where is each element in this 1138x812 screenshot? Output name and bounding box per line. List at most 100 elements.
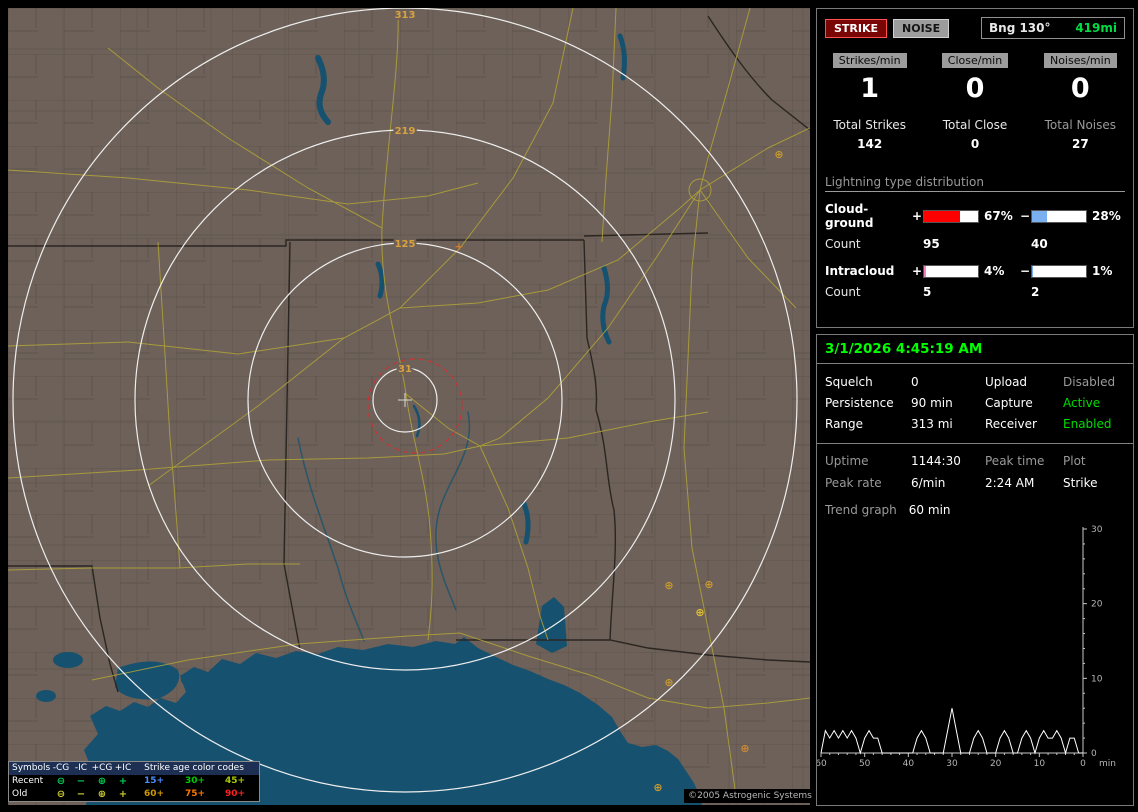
- capture-status: Active: [1063, 396, 1101, 410]
- plus-sign: +: [911, 209, 923, 223]
- peak-time-label: Peak time: [985, 454, 1045, 468]
- svg-text:30: 30: [1091, 525, 1103, 535]
- strike-symbol: ⊕: [653, 781, 662, 794]
- cg-minus-symbol: ⊖: [56, 789, 66, 800]
- trend-graph-label: Trend graph: [825, 503, 897, 517]
- cg-plus-symbol: ⊕: [97, 789, 107, 800]
- strike-button[interactable]: STRIKE: [825, 18, 888, 38]
- range-value: 313 mi: [911, 417, 953, 431]
- plus-bar-fill: [924, 265, 927, 277]
- trend-graph-row: Trend graph 60 min: [825, 503, 1125, 517]
- intracloud-label: Intracloud: [825, 264, 895, 278]
- trend-graph: 60 50 40 30 20 10 0 min3020100: [817, 525, 1116, 769]
- legend-age-header: Strike age color codes: [144, 763, 244, 773]
- count-label: Count: [825, 285, 861, 299]
- persistence-value: 90 min: [911, 396, 953, 410]
- svg-text:50: 50: [859, 759, 871, 769]
- legend-symbols-header: Symbols: [12, 763, 51, 773]
- peak-time-value: 2:24 AM: [985, 476, 1035, 490]
- strike-symbol: ⊕: [704, 578, 713, 591]
- plus-bar-fill: [924, 210, 961, 222]
- uptime-label: Uptime: [825, 454, 869, 468]
- minus-sign: −: [1019, 264, 1031, 278]
- legend-col-ic-minus: -IC: [74, 763, 88, 773]
- ring-label-31: 31: [398, 364, 412, 375]
- legend-col-cg-minus: -CG: [52, 763, 70, 773]
- svg-text:30: 30: [946, 759, 958, 769]
- receiver-status: Enabled: [1063, 417, 1112, 431]
- ring-label-219: 219: [395, 126, 416, 137]
- cg-plus-bar: [923, 209, 979, 223]
- minus-bar-fill: [1032, 265, 1033, 277]
- svg-text:60: 60: [817, 759, 827, 769]
- age-code: 75+: [184, 789, 206, 799]
- strikes-per-min-header: Strikes/min: [832, 53, 907, 68]
- ic-minus-count: 2: [1031, 285, 1040, 299]
- minus-sign: −: [1019, 209, 1031, 223]
- peak-rate-value: 6/min: [911, 476, 946, 490]
- cg-plus-symbol: ⊕: [97, 776, 107, 787]
- strike-symbol: ⊕: [740, 742, 749, 755]
- total-noises-label: Total Noises: [1044, 118, 1117, 132]
- ic-plus-bar: [923, 264, 979, 278]
- trend-graph-window: 60 min: [908, 503, 951, 517]
- legend-row: Old ⊖ − ⊕ + 60+ 75+ 90+: [9, 788, 259, 801]
- svg-text:min: min: [1099, 759, 1116, 769]
- status-panel: 3/1/2026 4:45:19 AM Squelch 0 Upload Dis…: [816, 334, 1134, 806]
- distribution-row: Cloud-ground + 67% − 28% Count 95 40: [825, 202, 1125, 251]
- svg-text:0: 0: [1080, 759, 1086, 769]
- ic-plus-symbol: +: [118, 776, 128, 787]
- age-code: 15+: [143, 776, 165, 786]
- cg-plus-count: 95: [923, 237, 940, 251]
- bearing-display: Bng 130° 419mi: [981, 17, 1125, 39]
- noises-per-min-value: 0: [1070, 73, 1090, 104]
- cg-minus-pct: 28%: [1092, 209, 1121, 223]
- capture-label: Capture: [985, 396, 1033, 410]
- strike-symbol: ⊕: [695, 606, 704, 619]
- count-label: Count: [825, 237, 861, 251]
- minus-bar-fill: [1032, 210, 1048, 222]
- legend-header: Symbols -CG -IC +CG +IC Strike age color…: [9, 762, 259, 775]
- rate-grid: Strikes/min 1 Total Strikes 142 Close/mi…: [817, 53, 1133, 151]
- noise-button[interactable]: NOISE: [893, 18, 950, 38]
- legend-row-label: Old: [12, 789, 28, 799]
- datetime: 3/1/2026 4:45:19 AM: [817, 335, 1133, 364]
- age-code: 90+: [224, 789, 246, 799]
- bearing-distance: 419mi: [1075, 21, 1117, 35]
- svg-text:10: 10: [1034, 759, 1046, 769]
- close-per-min-header: Close/min: [941, 53, 1009, 68]
- noises-per-min-header: Noises/min: [1043, 53, 1117, 68]
- upload-label: Upload: [985, 375, 1028, 389]
- ic-plus-symbol: +: [118, 789, 128, 800]
- cg-plus-pct: 67%: [984, 209, 1013, 223]
- ic-minus-symbol: −: [76, 776, 86, 787]
- status-grid: Uptime 1144:30 Peak time Plot Peak rate …: [825, 454, 1125, 490]
- cg-minus-bar: [1031, 209, 1087, 223]
- age-code: 45+: [224, 776, 246, 786]
- legend-row: Recent ⊖ − ⊕ + 15+ 30+ 45+: [9, 775, 259, 788]
- strike-symbol: ⊕: [664, 676, 673, 689]
- total-strikes-label: Total Strikes: [833, 118, 906, 132]
- plus-sign: +: [911, 264, 923, 278]
- settings-grid: Squelch 0 Upload Disabled Persistence 90…: [825, 375, 1125, 431]
- legend-col-ic-plus: +IC: [114, 763, 132, 773]
- total-close-value: 0: [970, 137, 980, 151]
- distribution-title: Lightning type distribution: [825, 175, 1125, 192]
- total-strikes-value: 142: [857, 137, 883, 151]
- range-label: Range: [825, 417, 864, 431]
- bearing-label: Bng 130°: [989, 21, 1051, 35]
- stats-panel: STRIKE NOISE Bng 130° 419mi Strikes/min …: [816, 8, 1134, 328]
- total-close-label: Total Close: [942, 118, 1008, 132]
- distribution-row: Intracloud + 4% − 1% Count 5 2: [825, 264, 1125, 299]
- strikes-per-min-value: 1: [860, 73, 880, 104]
- lightning-map[interactable]: 313 219 125 31 ⊕ + ⊕ ⊕ ⊕ ⊕ ⊕ ⊕: [8, 8, 810, 805]
- svg-text:40: 40: [903, 759, 915, 769]
- ic-minus-bar: [1031, 264, 1087, 278]
- cloud-ground-label: Cloud-ground: [825, 202, 874, 230]
- legend-row-label: Recent: [12, 776, 44, 786]
- peak-rate-label: Peak rate: [825, 476, 882, 490]
- map-legend: Symbols -CG -IC +CG +IC Strike age color…: [8, 761, 260, 802]
- ic-plus-pct: 4%: [984, 264, 1005, 278]
- ic-minus-symbol: −: [76, 789, 86, 800]
- plot-label: Plot: [1063, 454, 1086, 468]
